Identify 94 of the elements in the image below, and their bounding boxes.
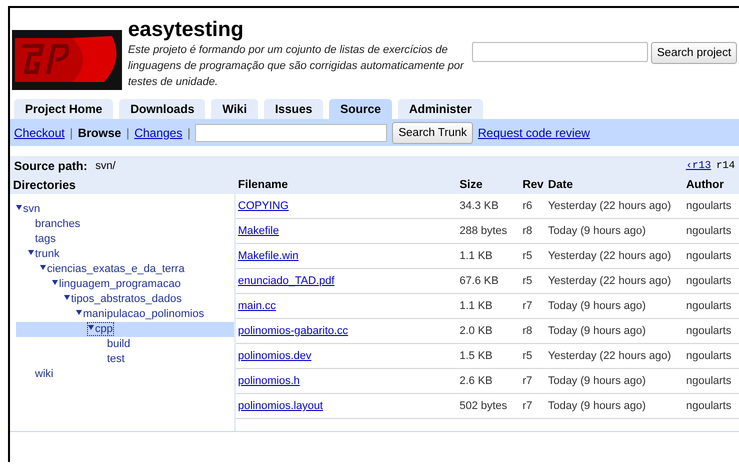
table-cell: Yesterday (22 hours ago) [546, 244, 684, 268]
nav-link[interactable]: Browse [78, 126, 122, 140]
table-cell: r5 [520, 344, 546, 368]
directory-item[interactable]: tipos_abstratos_dados [64, 293, 182, 305]
table-cell: ngoularts [684, 368, 739, 394]
table-cell: r7 [520, 394, 546, 418]
column-header: Size [457, 176, 520, 194]
project-description: Este projeto é formando por um cojunto de listas de exercícios de linguagens de programação que são corrigidas automaticamente por testes de unidade. [128, 43, 465, 90]
expand-icon [88, 325, 94, 330]
table-cell: Yesterday (22 hours ago) [546, 344, 684, 368]
table-cell: ngoularts [684, 218, 739, 244]
review-link[interactable]: Request code review [478, 126, 590, 140]
table-cell: r6 [520, 194, 546, 218]
table-cell: r5 [520, 268, 546, 294]
table-cell: r7 [520, 368, 546, 394]
tab[interactable]: Administer [398, 99, 483, 119]
search-trunk-button[interactable]: Search Trunk [392, 122, 473, 144]
file-link[interactable]: polinomios.layout [238, 400, 323, 412]
directories-header: Directories [10, 176, 234, 194]
table-cell: 34.3 KB [457, 194, 520, 218]
table-cell: 67.6 KB [457, 268, 520, 294]
file-link[interactable]: polinomios-gabarito.cc [238, 325, 348, 337]
directory-item[interactable]: svn [16, 203, 40, 215]
table-cell: Yesterday (22 hours ago) [546, 194, 684, 218]
table-cell: Today (9 hours ago) [546, 318, 684, 344]
project-title: easytesting [128, 18, 245, 42]
tab[interactable]: Downloads [119, 99, 206, 119]
directory-item[interactable]: linguagem_programacao [52, 278, 181, 290]
directory-item[interactable]: wiki [35, 368, 54, 380]
directory-item[interactable]: test [107, 353, 125, 365]
table-cell: ngoularts [684, 318, 739, 344]
file-link[interactable]: Makefile [238, 225, 279, 237]
trunk-search-field[interactable] [195, 124, 388, 142]
table-cell: 2.6 KB [457, 368, 520, 394]
expand-icon [40, 265, 46, 270]
table-cell: r8 [520, 318, 546, 344]
expand-icon [64, 295, 70, 300]
table-cell: r8 [520, 218, 546, 244]
table-cell: 1.1 KB [457, 244, 520, 268]
directory-item[interactable]: cpp [88, 323, 113, 335]
column-header: Filename [236, 176, 458, 194]
nav-link[interactable]: Changes [134, 126, 182, 140]
directory-item[interactable]: tags [35, 233, 56, 245]
directory-item[interactable]: ciencias_exatas_e_da_terra [40, 263, 185, 275]
tab[interactable]: Issues [264, 99, 324, 119]
table-cell: 1.1 KB [457, 294, 520, 318]
table-cell: ngoularts [684, 244, 739, 268]
separator: | [70, 126, 73, 140]
table-cell: ngoularts [684, 394, 739, 418]
expand-icon [52, 280, 58, 285]
search-field[interactable] [472, 42, 648, 62]
table-cell: 2.0 KB [457, 318, 520, 344]
expand-icon [76, 310, 82, 315]
file-link[interactable]: polinomios.dev [238, 350, 312, 362]
separator: | [187, 126, 190, 140]
table-cell: 288 bytes [457, 218, 520, 244]
table-cell: ngoularts [684, 344, 739, 368]
table-cell: r7 [520, 294, 546, 318]
separator: | [126, 126, 130, 140]
table-cell: ngoularts [684, 268, 739, 294]
tab[interactable]: Project Home [14, 99, 114, 119]
table-cell: r5 [520, 244, 546, 268]
directory-item[interactable]: manipulacao_polinomios [76, 308, 204, 320]
directory-item[interactable]: branches [35, 218, 80, 230]
directory-item[interactable]: build [107, 338, 130, 350]
tab[interactable]: Wiki [211, 99, 258, 119]
revision-link[interactable]: ‹r13 [686, 160, 712, 172]
source-path-label: Source path: [14, 159, 88, 173]
column-header: Date [546, 176, 684, 194]
tab[interactable]: Source [329, 99, 392, 119]
table-cell: Today (9 hours ago) [546, 394, 684, 418]
file-link[interactable]: COPYING [238, 200, 289, 212]
table-cell: ngoularts [684, 194, 739, 218]
file-link[interactable]: Makefile.win [238, 250, 299, 262]
table-cell: Today (9 hours ago) [546, 368, 684, 394]
table-cell: ngoularts [684, 294, 739, 318]
revision-link[interactable]: r14 [716, 160, 735, 172]
table-cell: Yesterday (22 hours ago) [546, 268, 684, 294]
logo-icon [12, 30, 122, 90]
expand-icon [16, 205, 22, 210]
file-link[interactable]: main.cc [238, 300, 276, 312]
table-cell: Today (9 hours ago) [546, 294, 684, 318]
directory-item[interactable]: trunk [28, 248, 60, 260]
table-cell: Today (9 hours ago) [546, 218, 684, 244]
expand-icon [28, 250, 34, 255]
file-link[interactable]: polinomios.h [238, 375, 300, 387]
column-header: Rev [520, 176, 546, 194]
file-link[interactable]: enunciado_TAD.pdf [238, 275, 334, 287]
nav-link[interactable]: Checkout [14, 126, 65, 140]
table-cell: 502 bytes [457, 394, 520, 418]
table-cell: 1.5 KB [457, 344, 520, 368]
column-header: Author [684, 176, 739, 194]
search-button[interactable]: Search project [651, 42, 738, 64]
source-path: svn/ [95, 160, 116, 172]
